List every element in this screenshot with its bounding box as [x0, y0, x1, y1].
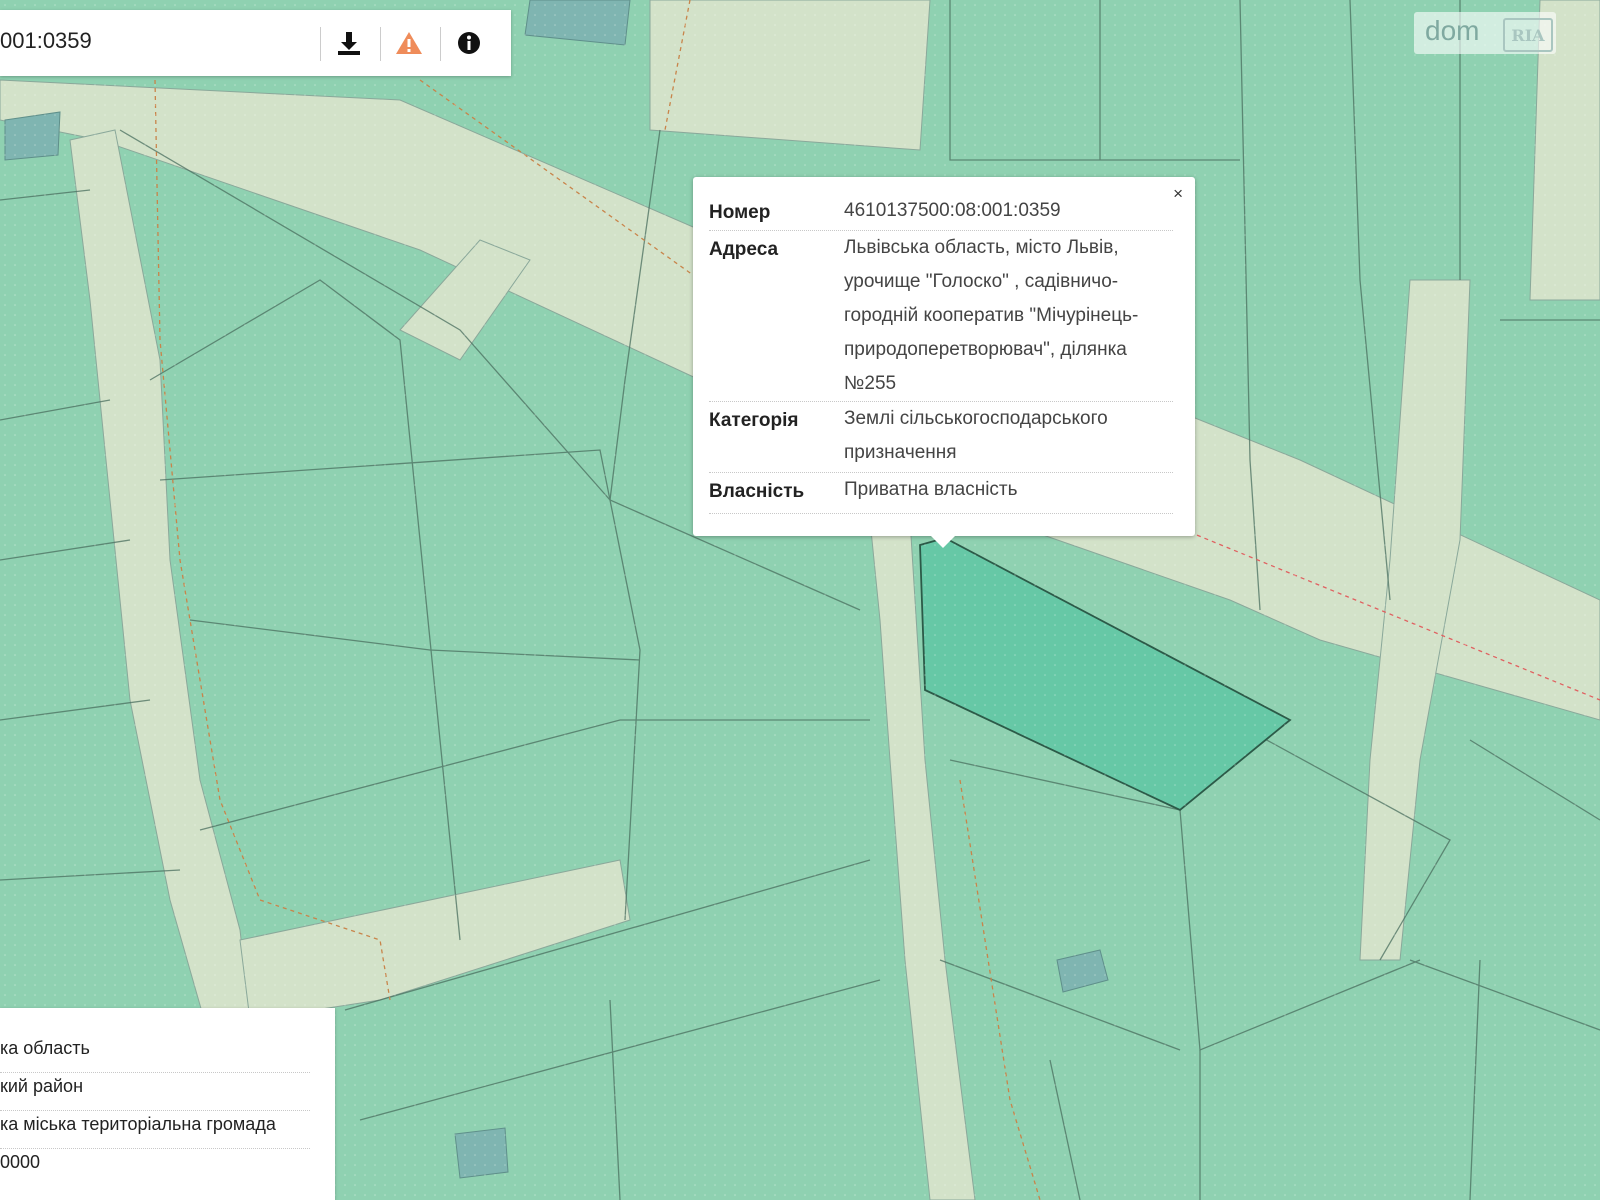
toolbar-divider	[320, 27, 321, 61]
popup-label: Власність	[709, 481, 805, 502]
toolbar-divider	[440, 27, 441, 61]
domria-logo: dom RIA	[1414, 12, 1556, 54]
popup-row-number: Номер 4610137500:08:001:0359	[709, 194, 1173, 231]
toolbar-divider	[380, 27, 381, 61]
download-button[interactable]	[328, 23, 370, 63]
close-icon[interactable]: ×	[1173, 184, 1183, 204]
logo-dom-text: dom	[1425, 15, 1480, 46]
popup-row-category: Категорія Землі сільськогосподарського п…	[709, 402, 1173, 473]
parcel-info-popup: × Номер 4610137500:08:001:0359 Адреса Ль…	[693, 177, 1195, 548]
info-icon	[458, 32, 480, 54]
popup-label: Номер	[709, 202, 771, 223]
info-code: 0000	[0, 1152, 41, 1172]
logo-ria-text: RIA	[1503, 18, 1553, 52]
popup-value: Приватна власність	[844, 479, 1018, 500]
location-info-panel: ка область кий район ка міська територіа…	[0, 1008, 335, 1200]
info-community: ка міська територіальна громада	[0, 1114, 310, 1149]
search-input[interactable]: 001:0359	[0, 28, 92, 54]
popup-value: Львівська область, місто Львів, урочище …	[844, 237, 1139, 394]
info-district: кий район	[0, 1076, 310, 1111]
popup-label: Категорія	[709, 410, 799, 431]
info-button[interactable]	[448, 23, 490, 63]
popup-value: 4610137500:08:001:0359	[844, 200, 1061, 221]
popup-value: Землі сільськогосподарського призначення	[844, 408, 1108, 463]
popup-pointer	[931, 536, 955, 548]
info-region: ка область	[0, 1038, 310, 1073]
warning-button[interactable]	[388, 23, 430, 63]
popup-row-address: Адреса Львівська область, місто Львів, у…	[709, 231, 1173, 402]
search-toolbar: 001:0359	[0, 10, 511, 76]
popup-row-ownership: Власність Приватна власність	[709, 473, 1173, 514]
download-icon	[338, 32, 360, 55]
warning-icon	[396, 32, 422, 54]
popup-label: Адреса	[709, 239, 779, 260]
